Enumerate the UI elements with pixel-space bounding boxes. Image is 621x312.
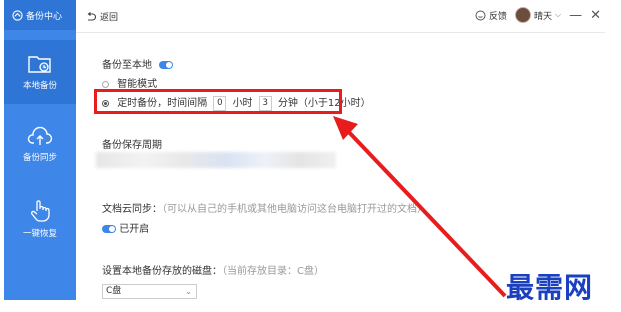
watermark-logo: 最需网 [506,271,594,304]
